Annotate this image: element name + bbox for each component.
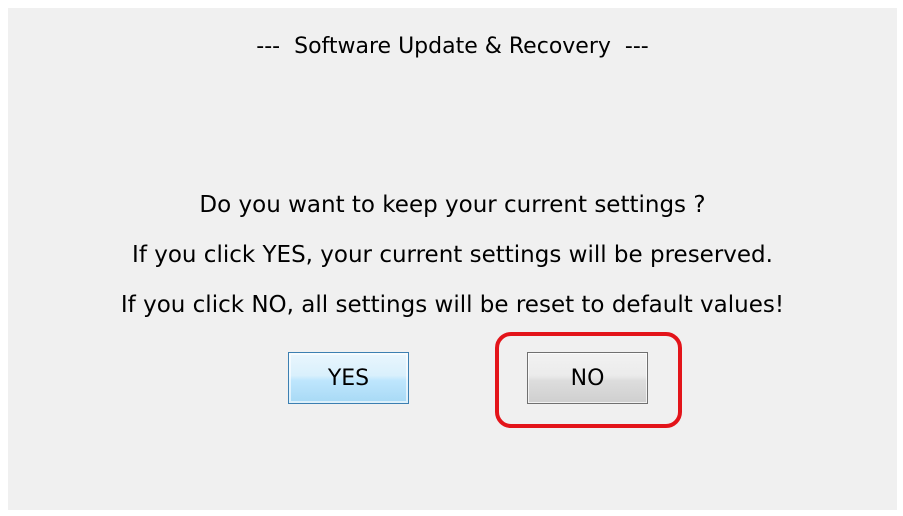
question-text: Do you want to keep your current setting… [199, 192, 706, 218]
dialog-title: --- Software Update & Recovery --- [256, 34, 649, 59]
yes-button[interactable]: YES [288, 352, 409, 404]
no-button-label: NO [570, 365, 605, 391]
no-button[interactable]: NO [527, 352, 648, 404]
no-info-text: If you click NO, all settings will be re… [120, 292, 785, 318]
yes-info-text: If you click YES, your current settings … [132, 242, 773, 268]
yes-button-label: YES [327, 365, 370, 391]
update-recovery-dialog: --- Software Update & Recovery --- Do yo… [8, 8, 897, 510]
